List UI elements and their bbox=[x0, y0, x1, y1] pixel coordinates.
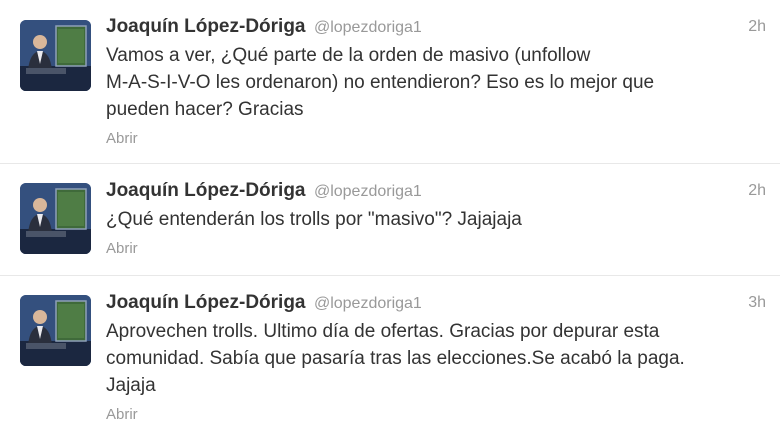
author-fullname[interactable]: Joaquín López-Dóriga bbox=[106, 16, 306, 37]
tweet-content: Joaquín López-Dóriga @lopezdoriga1 3h Ap… bbox=[106, 290, 766, 424]
author-username[interactable]: @lopezdoriga1 bbox=[314, 183, 422, 200]
tweet-header: Joaquín López-Dóriga @lopezdoriga1 2h bbox=[106, 14, 766, 40]
author-fullname[interactable]: Joaquín López-Dóriga bbox=[106, 180, 306, 201]
tweet-text: ¿Qué entenderán los trolls por "masivo"?… bbox=[106, 206, 766, 233]
author-username[interactable]: @lopezdoriga1 bbox=[314, 19, 422, 36]
tweet-timestamp[interactable]: 2h bbox=[748, 14, 766, 40]
open-tweet-link[interactable]: Abrir bbox=[106, 406, 138, 423]
tweet-text-line: pueden hacer? Gracias bbox=[106, 99, 304, 120]
tweet-text-line: ¿Qué entenderán los trolls por "masivo"?… bbox=[106, 209, 522, 230]
avatar[interactable] bbox=[20, 183, 91, 254]
tweet-content: Joaquín López-Dóriga @lopezdoriga1 2h Va… bbox=[106, 14, 766, 148]
tweet-text-line: Aprovechen trolls. Ultimo día de ofertas… bbox=[106, 321, 660, 342]
tweet-text: Aprovechen trolls. Ultimo día de ofertas… bbox=[106, 318, 766, 399]
tweet-item[interactable]: Joaquín López-Dóriga @lopezdoriga1 2h Va… bbox=[0, 0, 780, 164]
tweet-text-line: Jajaja bbox=[106, 375, 156, 396]
tweet-text-line: Vamos a ver, ¿Qué parte de la orden de m… bbox=[106, 45, 591, 66]
tweet-timeline: Joaquín López-Dóriga @lopezdoriga1 2h Va… bbox=[0, 0, 780, 440]
avatar[interactable] bbox=[20, 295, 91, 366]
tweet-item[interactable]: Joaquín López-Dóriga @lopezdoriga1 2h ¿Q… bbox=[0, 164, 780, 276]
tweet-header: Joaquín López-Dóriga @lopezdoriga1 2h bbox=[106, 178, 766, 204]
tweet-text-line: comunidad. Sabía que pasaría tras las el… bbox=[106, 348, 685, 369]
tweet-text-line: M-A-S-I-V-O les ordenaron) no entendiero… bbox=[106, 72, 655, 93]
tweet-header: Joaquín López-Dóriga @lopezdoriga1 3h bbox=[106, 290, 766, 316]
tweet-text: Vamos a ver, ¿Qué parte de la orden de m… bbox=[106, 42, 766, 123]
tweet-item[interactable]: Joaquín López-Dóriga @lopezdoriga1 3h Ap… bbox=[0, 276, 780, 440]
open-tweet-link[interactable]: Abrir bbox=[106, 240, 138, 257]
tweet-timestamp[interactable]: 2h bbox=[748, 178, 766, 204]
avatar[interactable] bbox=[20, 20, 91, 91]
tweet-content: Joaquín López-Dóriga @lopezdoriga1 2h ¿Q… bbox=[106, 178, 766, 258]
author-username[interactable]: @lopezdoriga1 bbox=[314, 295, 422, 312]
open-tweet-link[interactable]: Abrir bbox=[106, 130, 138, 147]
author-fullname[interactable]: Joaquín López-Dóriga bbox=[106, 292, 306, 313]
tweet-timestamp[interactable]: 3h bbox=[748, 290, 766, 316]
